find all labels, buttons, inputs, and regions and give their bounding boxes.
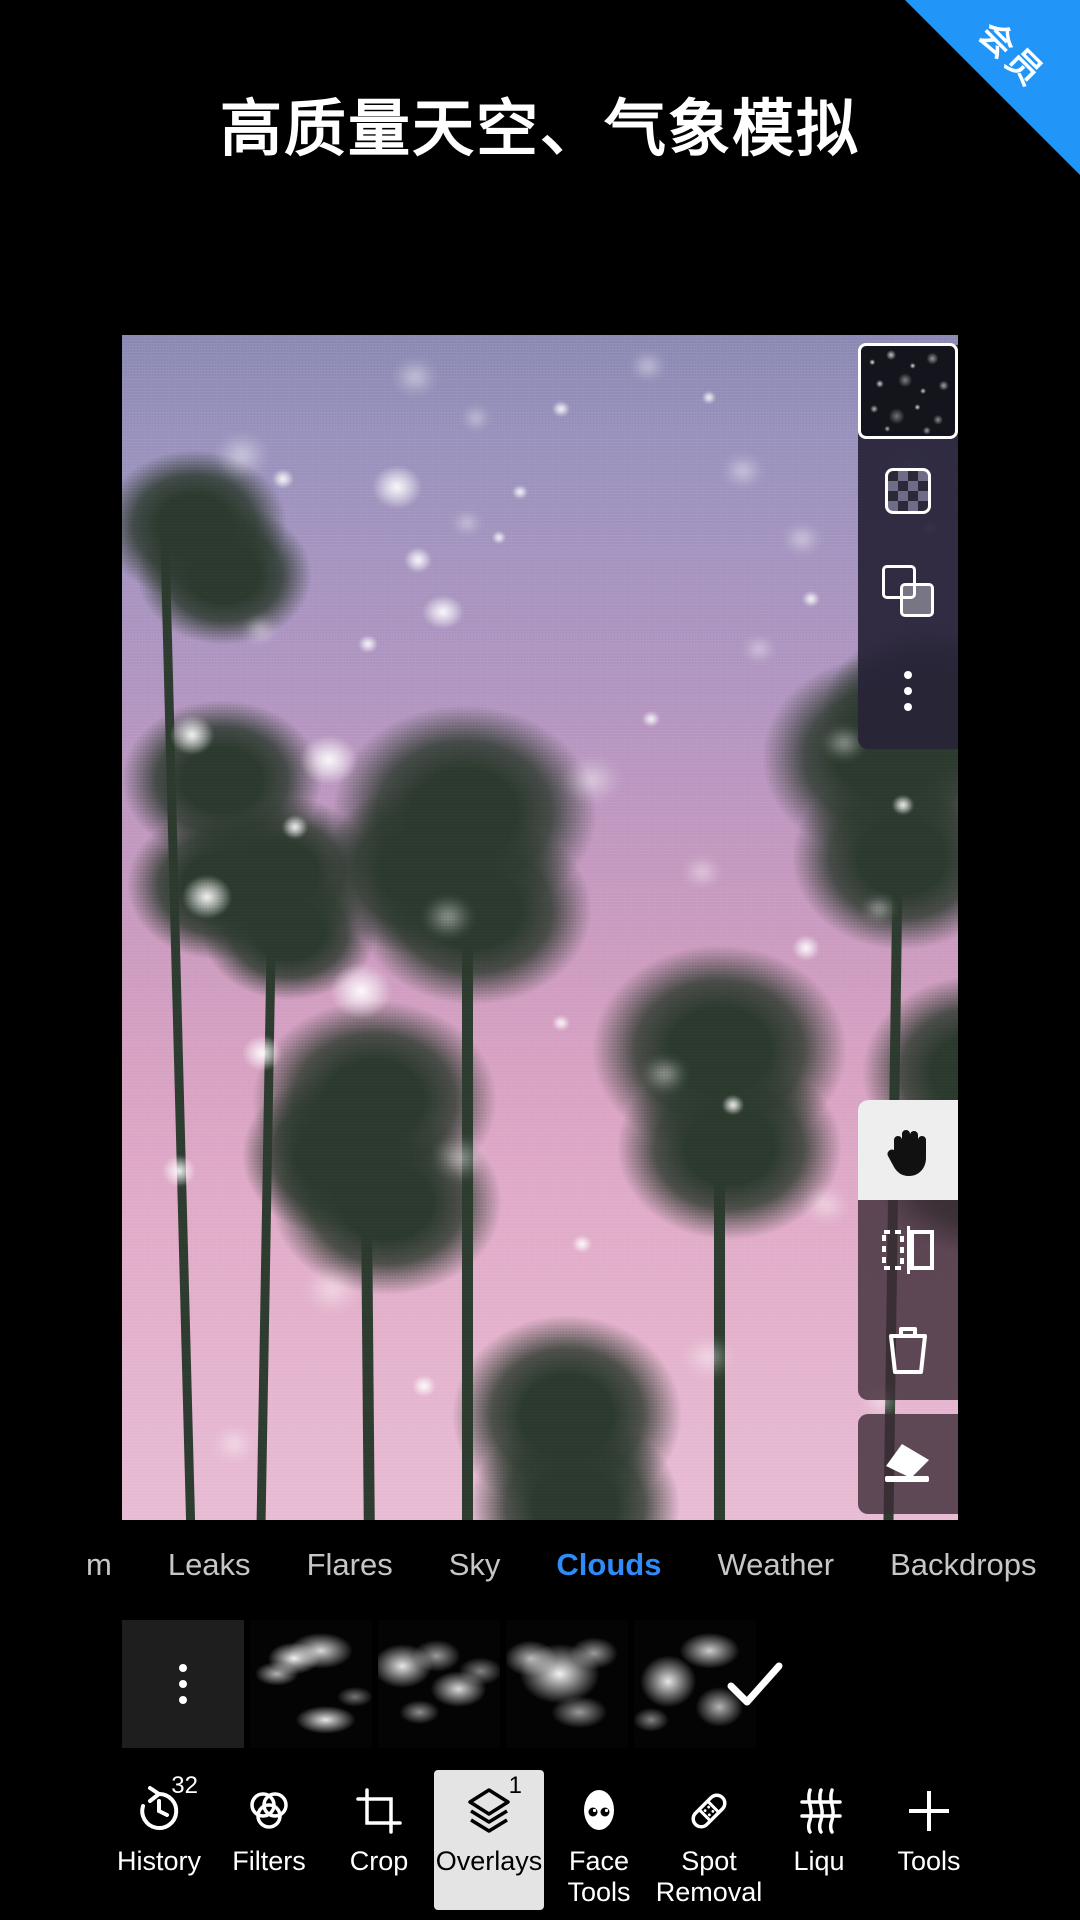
bottom-toolbar[interactable]: 32 History Filters Crop 1 Overlays Face …: [0, 1770, 1080, 1920]
overlay-tool-panel: [858, 1100, 958, 1514]
tool-group-secondary: [858, 1414, 958, 1514]
toolbar-item-history[interactable]: 32 History: [104, 1770, 214, 1910]
more-vertical-icon: [904, 671, 912, 711]
tab-m[interactable]: m: [86, 1530, 112, 1600]
crop-icon: [350, 1782, 408, 1840]
toolbar-item-spot-removal[interactable]: Spot Removal: [654, 1770, 764, 1910]
toolbar-label-filters: Filters: [232, 1846, 306, 1876]
overlay-thumbnail-strip[interactable]: [0, 1608, 1080, 1760]
confirm-button[interactable]: [700, 1640, 810, 1730]
hand-icon: [887, 1130, 926, 1176]
toolbar-label-tools: Tools: [897, 1846, 961, 1876]
trash-icon: [889, 1327, 927, 1374]
tab-backdrops[interactable]: Backdrops: [890, 1530, 1036, 1600]
toolbar-item-filters[interactable]: Filters: [214, 1770, 324, 1910]
film-grain: [122, 335, 958, 1520]
cloud-overlay-thumb-2[interactable]: [378, 1620, 500, 1748]
tool-group-primary: [858, 1100, 958, 1400]
liquify-icon: [790, 1782, 848, 1840]
layer-more-options-button[interactable]: [858, 641, 958, 741]
cloud-overlay-thumb-3[interactable]: [506, 1620, 628, 1748]
eraser-tool-button[interactable]: [858, 1414, 958, 1514]
toolbar-item-face-tools[interactable]: Face Tools: [544, 1770, 654, 1910]
tab-leaks[interactable]: Leaks: [168, 1530, 251, 1600]
checkerboard-icon: [885, 468, 931, 514]
pan-tool-button[interactable]: [858, 1100, 958, 1200]
toolbar-label-spot-removal: Spot Removal: [655, 1846, 763, 1907]
photo-canvas[interactable]: [122, 335, 958, 1520]
delete-layer-button[interactable]: [858, 1300, 958, 1400]
cloud-overlay-thumb-1[interactable]: [250, 1620, 372, 1748]
flip-horizontal-icon: [882, 1226, 934, 1274]
toolbar-item-crop[interactable]: Crop: [324, 1770, 434, 1910]
history-badge: 32: [171, 1772, 198, 1799]
layer-panel: [858, 343, 958, 749]
spot-removal-icon: [680, 1782, 738, 1840]
vip-ribbon-badge[interactable]: 会员: [905, 0, 1080, 175]
toolbar-label-overlays: Overlays: [435, 1846, 543, 1876]
toolbar-label-liquify: Liqu: [793, 1846, 845, 1876]
face-tools-icon: [570, 1782, 628, 1840]
more-overlays-tile[interactable]: [122, 1620, 244, 1748]
toolbar-item-overlays[interactable]: 1 Overlays: [434, 1770, 544, 1910]
tab-flares[interactable]: Flares: [307, 1530, 393, 1600]
eraser-icon: [885, 1444, 929, 1482]
toolbar-item-liquify[interactable]: Liqu: [764, 1770, 874, 1910]
filters-icon: [240, 1782, 298, 1840]
blend-mode-button[interactable]: [858, 541, 958, 641]
toolbar-label-history: History: [116, 1846, 201, 1876]
toolbar-label-face-tools: Face Tools: [567, 1846, 631, 1907]
plus-icon: [900, 1782, 958, 1840]
flip-tool-button[interactable]: [858, 1200, 958, 1300]
opacity-button[interactable]: [858, 441, 958, 541]
category-tab-bar[interactable]: m Leaks Flares Sky Clouds Weather Backdr…: [0, 1530, 1080, 1600]
tab-sky[interactable]: Sky: [449, 1530, 501, 1600]
more-vertical-icon: [179, 1664, 187, 1704]
overlays-badge: 1: [508, 1772, 522, 1799]
promo-header: 高质量天空、气象模拟 会员: [0, 0, 1080, 335]
tab-weather[interactable]: Weather: [717, 1530, 834, 1600]
blend-squares-icon: [882, 565, 934, 617]
toolbar-item-tools[interactable]: Tools: [874, 1770, 984, 1910]
check-icon: [727, 1662, 783, 1706]
toolbar-label-crop: Crop: [349, 1846, 409, 1876]
tab-clouds[interactable]: Clouds: [556, 1530, 661, 1600]
layer-thumbnail-icon[interactable]: [858, 343, 958, 439]
